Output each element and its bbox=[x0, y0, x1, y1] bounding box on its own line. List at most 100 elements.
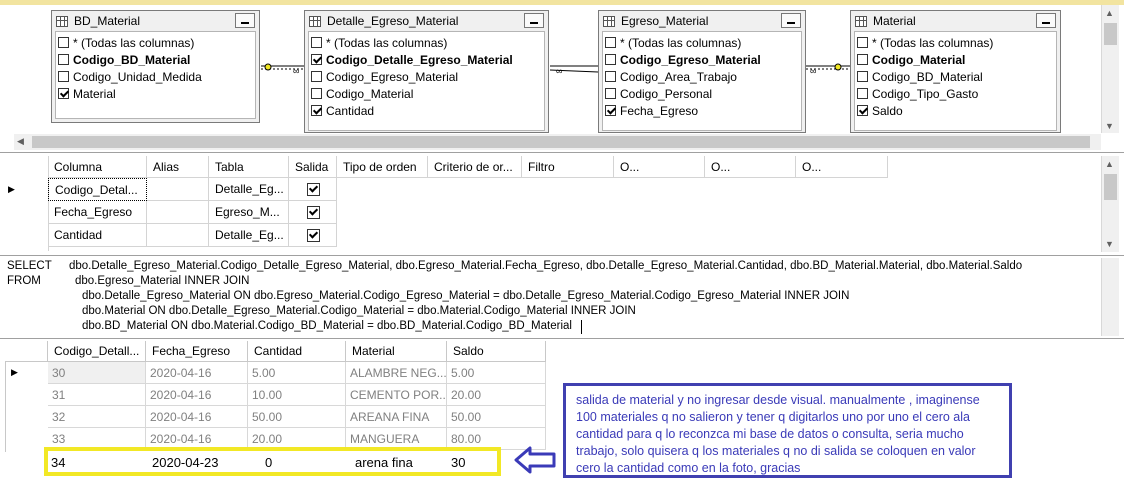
scroll-down-icon[interactable]: ▼ bbox=[1105, 239, 1114, 249]
column-item[interactable]: * (Todas las columnas) bbox=[56, 34, 255, 51]
column-item[interactable]: Codigo_Unidad_Medida bbox=[56, 68, 255, 85]
results-cell[interactable]: 2020-04-16 bbox=[146, 406, 248, 428]
column-item[interactable]: Codigo_BD_Material bbox=[855, 68, 1056, 85]
table-header[interactable]: BD_Material bbox=[52, 11, 259, 31]
column-item[interactable]: * (Todas las columnas) bbox=[603, 34, 801, 51]
column-checkbox[interactable] bbox=[58, 54, 69, 65]
minimize-button[interactable] bbox=[781, 13, 801, 28]
table-header[interactable]: Egreso_Material bbox=[599, 11, 805, 31]
results-header-fecha[interactable]: Fecha_Egreso bbox=[146, 341, 248, 362]
column-item[interactable]: Codigo_Material bbox=[855, 51, 1056, 68]
grid-cell-columna[interactable]: Fecha_Egreso bbox=[48, 201, 147, 224]
column-checkbox[interactable] bbox=[311, 105, 322, 116]
grid-cell-salida[interactable] bbox=[289, 224, 337, 247]
grid-vertical-scrollbar[interactable]: ▲ ▼ bbox=[1101, 156, 1119, 252]
column-checkbox[interactable] bbox=[857, 71, 868, 82]
results-header-codigo[interactable]: Codigo_Detall... bbox=[48, 341, 146, 362]
column-checkbox[interactable] bbox=[58, 37, 69, 48]
grid-cell-alias[interactable] bbox=[147, 178, 209, 201]
scroll-up-icon[interactable]: ▲ bbox=[1105, 159, 1114, 169]
results-cell[interactable]: ALAMBRE NEG... bbox=[346, 362, 447, 384]
diagram-vertical-scrollbar[interactable]: ▲ ▼ bbox=[1101, 5, 1119, 133]
table-material[interactable]: Material * (Todas las columnas) Codigo_M… bbox=[850, 10, 1061, 133]
column-item[interactable]: Cantidad bbox=[309, 102, 544, 119]
results-cell[interactable]: 2020-04-16 bbox=[146, 384, 248, 406]
column-item[interactable]: Codigo_Area_Trabajo bbox=[603, 68, 801, 85]
results-cell[interactable]: 5.00 bbox=[447, 362, 546, 384]
column-item[interactable]: Codigo_Material bbox=[309, 85, 544, 102]
grid-header-columna[interactable]: Columna bbox=[48, 156, 147, 178]
sql-vertical-scrollbar[interactable] bbox=[1101, 258, 1119, 336]
column-item[interactable]: Codigo_Egreso_Material bbox=[603, 51, 801, 68]
results-cell[interactable]: 32 bbox=[48, 406, 146, 428]
results-cell[interactable]: 31 bbox=[48, 384, 146, 406]
results-cell[interactable]: 2020-04-16 bbox=[146, 362, 248, 384]
grid-header-criterio-orden[interactable]: Criterio de or... bbox=[428, 156, 522, 178]
column-checkbox[interactable] bbox=[58, 71, 69, 82]
grid-cell-salida[interactable] bbox=[289, 201, 337, 224]
table-header[interactable]: Material bbox=[851, 11, 1060, 31]
output-checkbox[interactable] bbox=[307, 205, 320, 219]
grid-header-salida[interactable]: Salida bbox=[289, 156, 337, 178]
column-checkbox[interactable] bbox=[311, 37, 322, 48]
table-egreso-material[interactable]: Egreso_Material * (Todas las columnas) C… bbox=[598, 10, 806, 133]
column-checkbox[interactable] bbox=[605, 105, 616, 116]
sql-pane[interactable]: SELECT FROM dbo.Detalle_Egreso_Material.… bbox=[0, 256, 1124, 339]
results-cell[interactable]: AREANA FINA bbox=[346, 406, 447, 428]
scroll-up-icon[interactable]: ▲ bbox=[1105, 8, 1114, 18]
results-header-saldo[interactable]: Saldo bbox=[447, 341, 546, 362]
column-checkbox[interactable] bbox=[857, 105, 868, 116]
output-checkbox[interactable] bbox=[307, 182, 320, 196]
grid-cell-alias[interactable] bbox=[147, 201, 209, 224]
column-checkbox[interactable] bbox=[58, 88, 69, 99]
column-item[interactable]: Saldo bbox=[855, 102, 1056, 119]
results-cell[interactable]: 10.00 bbox=[248, 384, 346, 406]
grid-header-filtro[interactable]: Filtro bbox=[522, 156, 614, 178]
results-header-cantidad[interactable]: Cantidad bbox=[248, 341, 346, 362]
column-checkbox[interactable] bbox=[311, 71, 322, 82]
column-checkbox[interactable] bbox=[605, 71, 616, 82]
grid-cell-tabla[interactable]: Egreso_M... bbox=[209, 201, 289, 224]
scroll-down-icon[interactable]: ▼ bbox=[1105, 121, 1114, 131]
scroll-thumb[interactable] bbox=[1104, 174, 1117, 200]
minimize-button[interactable] bbox=[1036, 13, 1056, 28]
column-item[interactable]: Codigo_Detalle_Egreso_Material bbox=[309, 51, 544, 68]
column-item[interactable]: Material bbox=[56, 85, 255, 102]
minimize-button[interactable] bbox=[235, 13, 255, 28]
scroll-thumb[interactable] bbox=[1104, 23, 1117, 45]
results-cell[interactable]: 50.00 bbox=[447, 406, 546, 428]
grid-cell-tabla[interactable]: Detalle_Eg... bbox=[209, 178, 289, 201]
column-checkbox[interactable] bbox=[605, 88, 616, 99]
grid-cell-alias[interactable] bbox=[147, 224, 209, 247]
grid-cell-columna[interactable]: Codigo_Detal... bbox=[48, 178, 147, 201]
grid-cell-salida[interactable] bbox=[289, 178, 337, 201]
column-checkbox[interactable] bbox=[605, 37, 616, 48]
results-cell[interactable]: 20.00 bbox=[447, 384, 546, 406]
grid-header-tipo-orden[interactable]: Tipo de orden bbox=[337, 156, 428, 178]
results-cell[interactable]: 5.00 bbox=[248, 362, 346, 384]
column-item[interactable]: Codigo_Egreso_Material bbox=[309, 68, 544, 85]
column-item[interactable]: Fecha_Egreso bbox=[603, 102, 801, 119]
column-checkbox[interactable] bbox=[857, 54, 868, 65]
output-checkbox[interactable] bbox=[307, 228, 320, 242]
column-checkbox[interactable] bbox=[857, 37, 868, 48]
results-header-material[interactable]: Material bbox=[346, 341, 447, 362]
grid-cell-tabla[interactable]: Detalle_Eg... bbox=[209, 224, 289, 247]
grid-header-o-1[interactable]: O... bbox=[614, 156, 705, 178]
column-checkbox[interactable] bbox=[605, 54, 616, 65]
column-item[interactable]: Codigo_Tipo_Gasto bbox=[855, 85, 1056, 102]
grid-cell-columna[interactable]: Cantidad bbox=[48, 224, 147, 247]
results-cell[interactable]: 50.00 bbox=[248, 406, 346, 428]
grid-header-o-2[interactable]: O... bbox=[705, 156, 796, 178]
results-cell[interactable]: CEMENTO POR... bbox=[346, 384, 447, 406]
column-item[interactable]: * (Todas las columnas) bbox=[855, 34, 1056, 51]
grid-header-alias[interactable]: Alias bbox=[147, 156, 209, 178]
grid-header-o-3[interactable]: O... bbox=[796, 156, 888, 178]
column-checkbox[interactable] bbox=[311, 88, 322, 99]
minimize-button[interactable] bbox=[524, 13, 544, 28]
grid-header-tabla[interactable]: Tabla bbox=[209, 156, 289, 178]
table-bd-material[interactable]: BD_Material * (Todas las columnas) Codig… bbox=[51, 10, 260, 123]
scroll-thumb[interactable] bbox=[32, 136, 1090, 148]
scroll-left-icon[interactable]: ◀ bbox=[17, 136, 24, 147]
column-item[interactable]: * (Todas las columnas) bbox=[309, 34, 544, 51]
